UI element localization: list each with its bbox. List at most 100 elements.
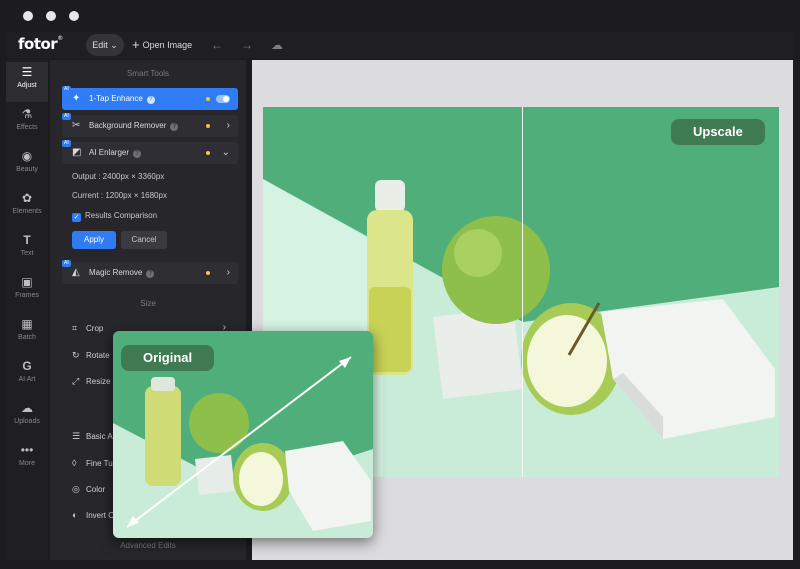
help-icon[interactable]: ? bbox=[146, 270, 155, 278]
invert-icon: ◐ bbox=[72, 510, 78, 520]
nav-item-beauty[interactable]: ◉ Beauty bbox=[6, 146, 48, 186]
nav-item-elements[interactable]: ✿ Elements bbox=[6, 188, 48, 228]
nav-item-text[interactable]: T Text bbox=[6, 230, 48, 270]
nav-label: AI Art bbox=[18, 376, 36, 383]
help-icon[interactable]: ? bbox=[146, 96, 155, 104]
comparison-split-line[interactable] bbox=[522, 107, 523, 477]
text-icon: T bbox=[23, 233, 31, 247]
nav-item-ai-art[interactable]: G AI Art bbox=[6, 356, 48, 396]
ai-badge: AI bbox=[62, 86, 71, 93]
tool-label: Color bbox=[86, 485, 106, 494]
size-title: Size bbox=[140, 299, 156, 308]
redo-icon[interactable]: → bbox=[238, 36, 256, 54]
nav-item-frames[interactable]: ▣ Frames bbox=[6, 272, 48, 312]
chevron-right-icon: › bbox=[226, 267, 230, 278]
resize-icon: ⤢ bbox=[72, 376, 80, 386]
results-comparison-checkbox[interactable]: ✓ bbox=[72, 213, 81, 222]
tool-label: Fine Tu bbox=[86, 459, 113, 468]
help-icon[interactable]: ? bbox=[170, 123, 179, 131]
tool-label: AI Enlarger bbox=[89, 148, 130, 157]
tool-one-tap-enhance[interactable]: AI ✦ 1-Tap Enhance? bbox=[62, 86, 238, 110]
plus-icon: + bbox=[132, 37, 140, 52]
output-size: Output : 2400px × 3360px bbox=[72, 172, 165, 181]
magic-wand-icon: ✦ bbox=[72, 93, 81, 104]
ai-badge: AI bbox=[62, 140, 71, 147]
edit-label: Edit bbox=[92, 40, 108, 50]
frame-icon: ▣ bbox=[21, 275, 33, 289]
help-icon[interactable]: ? bbox=[133, 150, 142, 158]
tool-label: Rotate bbox=[86, 351, 110, 360]
tool-magic-remove[interactable]: AI ◭ Magic Remove? › bbox=[62, 260, 238, 284]
window-titlebar bbox=[0, 0, 800, 32]
window-zoom-dot[interactable] bbox=[69, 11, 79, 21]
nav-item-uploads[interactable]: ☁ Uploads bbox=[6, 398, 48, 438]
status-dot bbox=[206, 271, 210, 275]
current-size: Current : 1200px × 1680px bbox=[72, 191, 167, 200]
apply-button[interactable]: Apply bbox=[72, 231, 116, 249]
tool-label: Invert C bbox=[86, 511, 115, 520]
chevron-right-icon: › bbox=[226, 120, 230, 131]
original-label: Original bbox=[121, 345, 215, 371]
nav-label: More bbox=[19, 460, 35, 467]
ai-art-icon: G bbox=[22, 359, 32, 373]
status-dot bbox=[206, 97, 210, 101]
tool-label: 1-Tap Enhance bbox=[89, 94, 143, 103]
nav-item-batch[interactable]: ▦ Batch bbox=[6, 314, 48, 354]
tool-ai-enlarger[interactable]: AI ◩ AI Enlarger? ⌄ bbox=[62, 140, 238, 164]
nav-label: Adjust bbox=[17, 82, 37, 89]
eye-icon: ◉ bbox=[21, 149, 33, 163]
rotate-icon: ↻ bbox=[72, 350, 80, 360]
tool-label: Crop bbox=[86, 324, 104, 333]
tool-label: Resize bbox=[86, 377, 111, 386]
shapes-icon: ✿ bbox=[21, 191, 33, 205]
more-icon: ••• bbox=[20, 443, 34, 457]
palette-icon: ◎ bbox=[72, 484, 80, 494]
flask-icon: ⚗ bbox=[21, 107, 33, 121]
fotor-logo: fotor® bbox=[18, 35, 63, 53]
open-image-button[interactable]: + Open Image bbox=[132, 34, 192, 56]
nav-label: Elements bbox=[12, 208, 42, 215]
enlarge-icon: ◩ bbox=[72, 147, 82, 158]
crop-icon: ⌗ bbox=[72, 323, 78, 333]
original-preview: Original bbox=[113, 331, 373, 538]
nav-label: Batch bbox=[18, 334, 36, 341]
window-close-dot[interactable] bbox=[23, 11, 33, 21]
nav-label: Frames bbox=[15, 292, 39, 299]
logo-trademark: ® bbox=[57, 35, 63, 42]
scissors-icon: ✂ bbox=[72, 120, 81, 131]
status-dot bbox=[206, 124, 210, 128]
upscale-label: Upscale bbox=[671, 119, 765, 145]
eraser-icon: ◭ bbox=[72, 267, 80, 278]
top-toolbar: fotor® Edit ⌄ + Open Image ← → ☁ bbox=[6, 32, 794, 58]
ai-badge: AI bbox=[62, 260, 71, 267]
results-comparison-row[interactable]: ✓ Results Comparison bbox=[72, 211, 157, 222]
cloud-icon[interactable]: ☁ bbox=[268, 36, 286, 54]
nav-item-adjust[interactable]: ☰ Adjust bbox=[6, 62, 48, 102]
window-minimize-dot[interactable] bbox=[46, 11, 56, 21]
open-image-label: Open Image bbox=[142, 40, 193, 50]
logo-text: fotor bbox=[18, 35, 58, 53]
nav-item-more[interactable]: ••• More bbox=[6, 440, 48, 480]
enhance-toggle[interactable] bbox=[216, 95, 230, 103]
nav-item-effects[interactable]: ⚗ Effects bbox=[6, 104, 48, 144]
sliders-icon: ☰ bbox=[21, 65, 33, 79]
upload-icon: ☁ bbox=[21, 401, 33, 415]
edit-menu-button[interactable]: Edit ⌄ bbox=[86, 34, 124, 56]
nav-label: Text bbox=[20, 250, 34, 257]
chevron-down-icon: ⌄ bbox=[110, 40, 118, 50]
advanced-edits-title: Advanced Edits bbox=[120, 541, 176, 550]
tool-label: Basic A bbox=[86, 432, 113, 441]
cancel-button[interactable]: Cancel bbox=[121, 231, 167, 249]
left-nav: ☰ Adjust ⚗ Effects ◉ Beauty ✿ Elements T… bbox=[6, 60, 48, 560]
chevron-down-icon: ⌄ bbox=[221, 147, 230, 158]
tool-background-remover[interactable]: AI ✂ Background Remover? › bbox=[62, 113, 238, 137]
droplet-icon: ◊ bbox=[72, 458, 77, 468]
tool-label: Background Remover bbox=[89, 121, 167, 130]
nav-label: Effects bbox=[16, 124, 38, 131]
batch-icon: ▦ bbox=[21, 317, 33, 331]
tool-label: Magic Remove bbox=[89, 268, 143, 277]
smart-tools-title: Smart Tools bbox=[126, 69, 170, 78]
sliders-icon: ☰ bbox=[72, 431, 81, 441]
undo-icon[interactable]: ← bbox=[208, 36, 226, 54]
status-dot bbox=[206, 151, 210, 155]
